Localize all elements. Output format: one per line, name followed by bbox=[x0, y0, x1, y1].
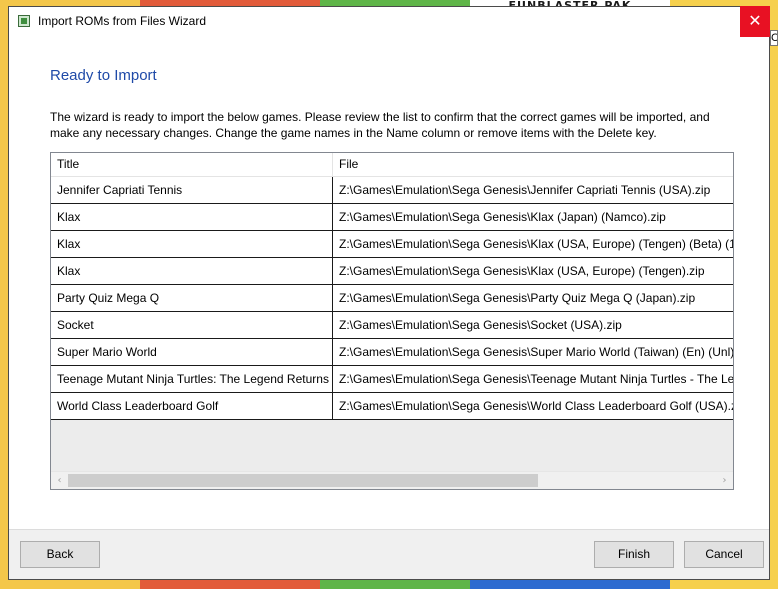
table-row[interactable]: Super Mario World Z:\Games\Emulation\Sega… bbox=[51, 339, 733, 366]
back-button[interactable]: Back bbox=[20, 541, 100, 568]
row-file-cell: Z:\Games\Emulation\Sega Genesis\Klax (US… bbox=[339, 237, 733, 251]
cancel-button[interactable]: Cancel bbox=[684, 541, 764, 568]
window-title: Import ROMs from Files Wizard bbox=[38, 14, 207, 28]
close-button[interactable]: ✕ bbox=[740, 6, 770, 37]
table-row[interactable]: Klax Z:\Games\Emulation\Sega Genesis\Klax… bbox=[51, 231, 733, 258]
tooltip-fragment: C bbox=[770, 30, 778, 46]
column-header-file[interactable]: File bbox=[333, 153, 733, 176]
page-heading: Ready to Import bbox=[50, 67, 157, 84]
emulator-app-icon bbox=[18, 15, 30, 27]
row-file-cell: Z:\Games\Emulation\Sega Genesis\Socket (… bbox=[339, 318, 622, 332]
row-title-cell[interactable]: Party Quiz Mega Q bbox=[51, 285, 333, 311]
row-title-cell[interactable]: World Class Leaderboard Golf bbox=[51, 393, 333, 419]
row-title-cell[interactable]: Super Mario World bbox=[51, 339, 333, 365]
scroll-right-icon[interactable]: › bbox=[716, 472, 733, 489]
title-bar[interactable]: Import ROMs from Files Wizard ✕ bbox=[9, 6, 770, 37]
row-title-cell[interactable]: Socket bbox=[51, 312, 333, 338]
row-title-cell[interactable]: Teenage Mutant Ninja Turtles: The Legend… bbox=[51, 366, 333, 392]
wizard-content: Ready to Import The wizard is ready to i… bbox=[9, 37, 769, 529]
table-row[interactable]: World Class Leaderboard Golf Z:\Games\Emu… bbox=[51, 393, 733, 420]
column-header-title[interactable]: Title bbox=[51, 153, 333, 176]
row-title-cell[interactable]: Klax bbox=[51, 231, 333, 257]
row-file-cell: Z:\Games\Emulation\Sega Genesis\Super Ma… bbox=[339, 345, 733, 359]
table-row[interactable]: Klax Z:\Games\Emulation\Sega Genesis\Klax… bbox=[51, 258, 733, 285]
table-row[interactable]: Jennifer Capriati Tennis Z:\Games\Emulati… bbox=[51, 177, 733, 204]
finish-button[interactable]: Finish bbox=[594, 541, 674, 568]
scroll-thumb[interactable] bbox=[68, 474, 538, 487]
table-row[interactable]: Klax Z:\Games\Emulation\Sega Genesis\Klax… bbox=[51, 204, 733, 231]
row-file-cell: Z:\Games\Emulation\Sega Genesis\Klax (Ja… bbox=[339, 210, 666, 224]
horizontal-scrollbar[interactable]: ‹ › bbox=[51, 471, 733, 489]
footer-divider bbox=[9, 529, 769, 530]
row-file-cell: Z:\Games\Emulation\Sega Genesis\Klax (US… bbox=[339, 264, 705, 278]
row-title-cell[interactable]: Jennifer Capriati Tennis bbox=[51, 177, 333, 203]
row-title-cell[interactable]: Klax bbox=[51, 204, 333, 230]
grid-header: Title File bbox=[51, 153, 733, 177]
scroll-left-icon[interactable]: ‹ bbox=[51, 472, 68, 489]
table-row[interactable]: Party Quiz Mega Q Z:\Games\Emulation\Sega… bbox=[51, 285, 733, 312]
wizard-window: Import ROMs from Files Wizard ✕ Ready to… bbox=[8, 6, 770, 580]
page-description: The wizard is ready to import the below … bbox=[50, 110, 710, 140]
row-file-cell: Z:\Games\Emulation\Sega Genesis\Teenage … bbox=[339, 372, 733, 386]
row-title-cell[interactable]: Klax bbox=[51, 258, 333, 284]
table-row[interactable]: Teenage Mutant Ninja Turtles: The Legend… bbox=[51, 366, 733, 393]
row-file-cell: Z:\Games\Emulation\Sega Genesis\Jennifer… bbox=[339, 183, 711, 197]
grid-rows: Jennifer Capriati Tennis Z:\Games\Emulati… bbox=[51, 177, 733, 420]
games-grid[interactable]: Title File Jennifer Capriati Tennis Z:\Ga… bbox=[50, 152, 734, 490]
row-file-cell: Z:\Games\Emulation\Sega Genesis\World Cl… bbox=[339, 399, 733, 413]
table-row[interactable]: Socket Z:\Games\Emulation\Sega Genesis\So… bbox=[51, 312, 733, 339]
row-file-cell: Z:\Games\Emulation\Sega Genesis\Party Qu… bbox=[339, 291, 696, 305]
